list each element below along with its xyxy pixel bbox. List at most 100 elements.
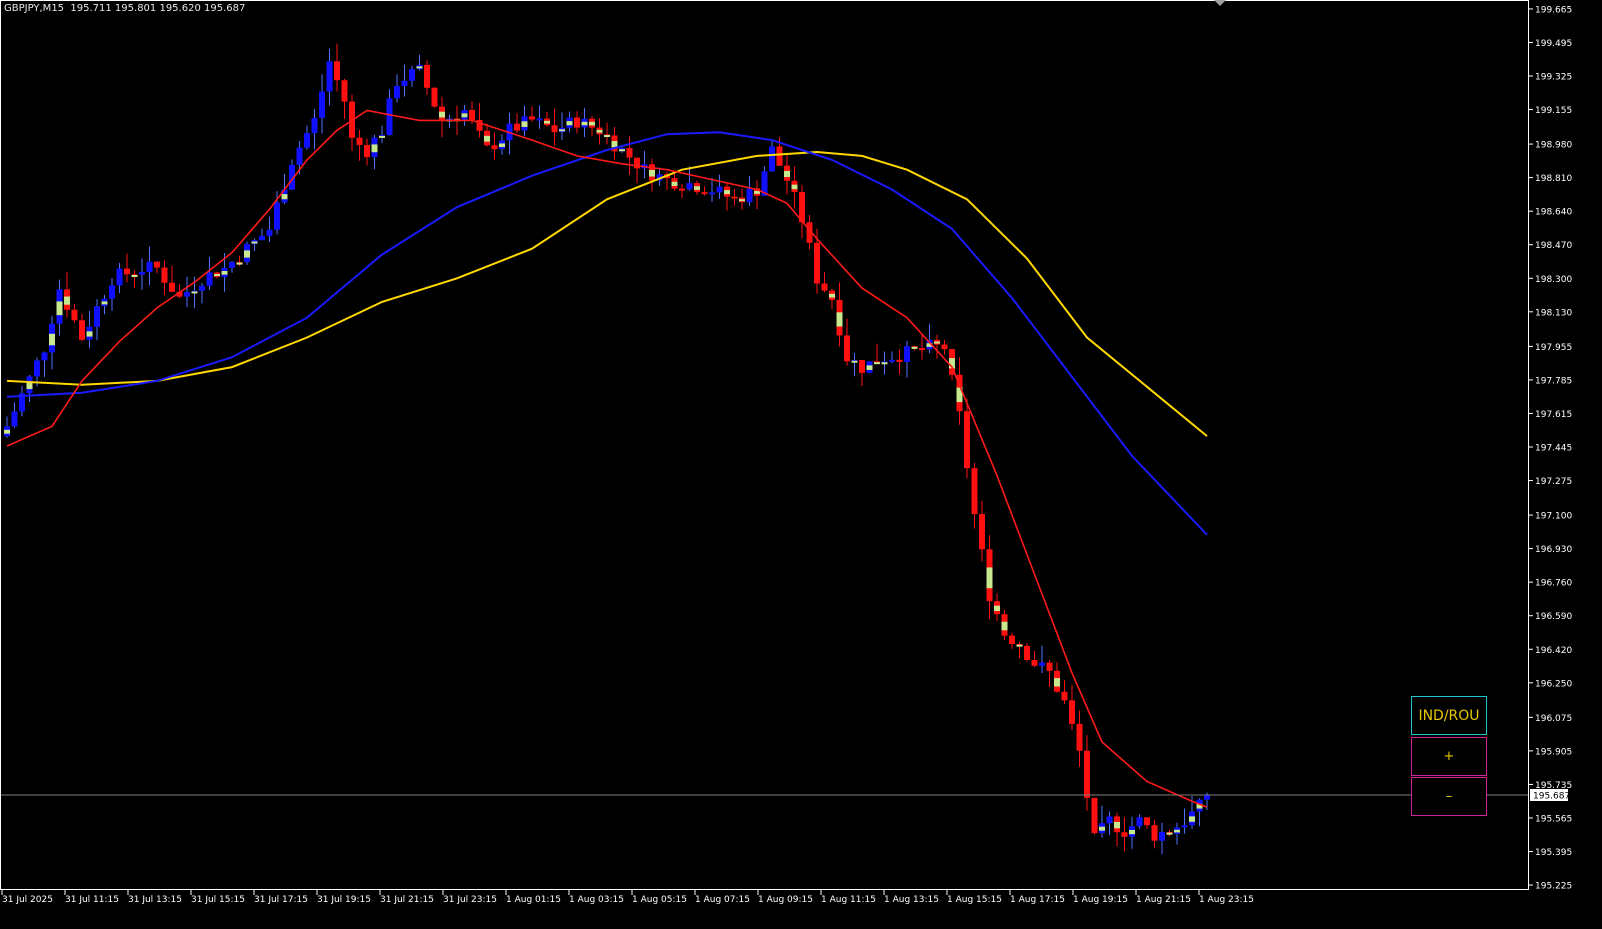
x-tick-label: 1 Aug 15:15: [947, 895, 1002, 905]
scroll-marker-icon[interactable]: [1214, 0, 1226, 6]
candle: [491, 132, 498, 160]
candle-highlight: [604, 135, 610, 138]
candle: [214, 271, 220, 279]
candle-body: [551, 125, 558, 133]
candle-body: [319, 91, 325, 118]
y-tick-label: 197.785: [1535, 376, 1572, 386]
chart-frame: [0, 0, 1529, 890]
candle-body: [259, 235, 265, 241]
candle: [79, 314, 85, 342]
candle: [829, 288, 835, 310]
candle: [1016, 642, 1023, 659]
minus-button[interactable]: –: [1411, 777, 1487, 816]
candle: [1144, 817, 1150, 829]
candle-body: [296, 147, 303, 165]
candle: [896, 349, 903, 375]
y-tick-label: 198.810: [1535, 174, 1572, 184]
candle: [529, 106, 535, 122]
candle: [101, 294, 108, 315]
candle: [289, 159, 295, 191]
candle: [251, 238, 258, 252]
candle-highlight: [4, 429, 10, 434]
candle: [71, 303, 78, 324]
y-tick-label: 196.250: [1535, 679, 1572, 689]
candle: [109, 278, 115, 311]
candle-highlight: [281, 194, 288, 200]
candle: [596, 118, 603, 145]
candle-body: [1151, 825, 1158, 841]
candle: [836, 282, 843, 347]
candle-body: [1076, 723, 1083, 751]
y-tick-label: 198.980: [1535, 141, 1572, 151]
candle: [799, 185, 805, 239]
candle: [724, 182, 730, 211]
x-tick-label: 31 Jul 11:15: [65, 895, 119, 905]
candle: [1039, 645, 1045, 673]
candle: [236, 255, 243, 267]
candle: [244, 241, 250, 266]
candle-highlight: [829, 293, 835, 298]
candle: [1136, 814, 1143, 829]
candle-body: [229, 261, 235, 268]
candle: [259, 228, 265, 241]
price-axis: 199.665 199.495 199.325 199.155 198.980 198.8…: [1529, 5, 1572, 892]
candle: [701, 186, 708, 196]
y-tick-label: 199.495: [1535, 39, 1572, 49]
y-tick-label: 198.300: [1535, 275, 1572, 285]
y-tick-label: 197.445: [1535, 443, 1572, 453]
candle-highlight: [649, 169, 655, 177]
current-price-tag: 195.687: [1530, 789, 1570, 802]
candle-body: [701, 192, 708, 195]
candle: [461, 104, 468, 126]
candle-highlight: [791, 184, 798, 190]
candle: [881, 351, 888, 375]
ind-rou-button[interactable]: IND/ROU: [1411, 696, 1487, 735]
candle-body: [679, 188, 685, 191]
candle-highlight: [611, 141, 618, 148]
y-tick-label: 199.325: [1535, 73, 1572, 83]
candle-highlight: [874, 362, 880, 365]
candle: [1076, 710, 1083, 767]
candle: [551, 108, 558, 146]
candle: [94, 299, 100, 341]
y-tick-label: 196.590: [1535, 612, 1572, 622]
candle-body: [1061, 691, 1068, 701]
candle-body: [206, 272, 213, 286]
candle-highlight: [191, 291, 198, 294]
candle: [26, 375, 33, 403]
x-tick-label: 31 Jul 23:15: [443, 895, 497, 905]
price-chart[interactable]: 199.665 199.495 199.325 199.155 198.980 198.8…: [0, 0, 1602, 929]
candle-body: [491, 145, 498, 150]
candle: [566, 111, 573, 133]
plus-button[interactable]: +: [1411, 737, 1487, 776]
candle-body: [266, 229, 273, 236]
candle: [124, 253, 130, 283]
candle-highlight: [559, 129, 565, 132]
ma-mid-line: [6, 131, 1208, 536]
candle-highlight: [461, 113, 468, 118]
candle-body: [536, 118, 543, 121]
candle: [86, 311, 93, 349]
candle-highlight: [994, 605, 1000, 611]
y-tick-label: 197.275: [1535, 477, 1572, 487]
candle: [1069, 684, 1075, 731]
candle: [679, 184, 685, 199]
candle: [754, 180, 760, 210]
candle-highlight: [1016, 644, 1023, 647]
candle: [131, 270, 138, 288]
candle: [964, 398, 970, 479]
candle-body: [1136, 817, 1143, 827]
x-tick-label: 1 Aug 07:15: [695, 895, 750, 905]
candle: [1114, 812, 1120, 847]
x-tick-label: 1 Aug 09:15: [758, 895, 813, 905]
candle: [56, 279, 63, 336]
candle: [446, 114, 453, 129]
candle-body: [334, 61, 340, 81]
candle-highlight: [596, 129, 603, 133]
candle-body: [1069, 700, 1075, 724]
candle: [626, 136, 633, 175]
y-tick-label: 198.470: [1535, 241, 1572, 251]
candle-body: [124, 268, 130, 275]
candle: [1046, 660, 1053, 688]
candle-body: [1039, 662, 1045, 666]
